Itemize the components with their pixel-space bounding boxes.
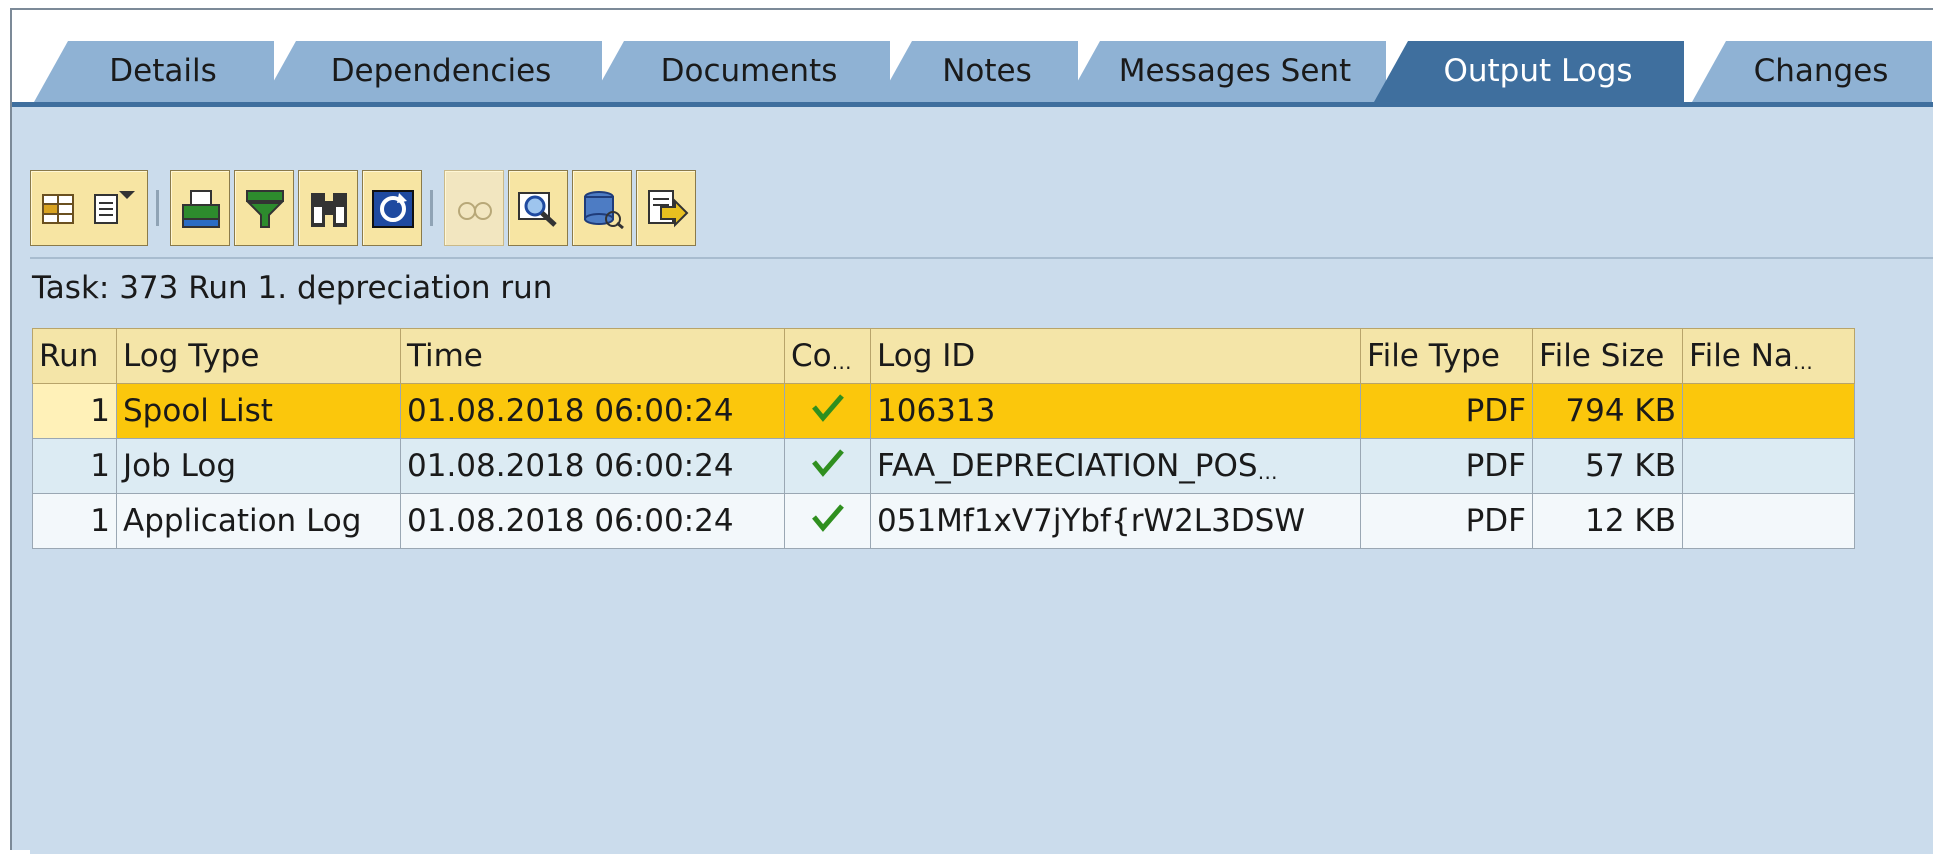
refresh-button[interactable] — [362, 170, 422, 246]
tab-label: Notes — [942, 53, 1032, 89]
cell-run: 1 — [32, 493, 117, 549]
col-log-type[interactable]: Log Type — [116, 328, 401, 384]
tab-details[interactable]: Details — [34, 41, 274, 102]
cell-log-id: 106313 — [870, 383, 1361, 439]
find-icon — [311, 193, 347, 227]
cell-log-type: Application Log — [116, 493, 401, 549]
cell-time: 01.08.2018 06:00:24 — [400, 438, 785, 494]
cell-time: 01.08.2018 06:00:24 — [400, 493, 785, 549]
green-check-icon — [811, 504, 844, 532]
cell-file-name — [1682, 438, 1855, 494]
export-icon — [648, 190, 689, 228]
refresh-icon — [372, 190, 414, 228]
tab-underline — [12, 102, 1933, 107]
table-row[interactable]: 1 Job Log 01.08.2018 06:00:24 FAA_DEPREC… — [32, 438, 1855, 494]
cell-file-size: 794 KB — [1532, 383, 1683, 439]
tab-strip: Details Dependencies Documents Notes Mes… — [12, 10, 1933, 102]
cell-file-size: 57 KB — [1532, 438, 1683, 494]
cell-status — [784, 383, 871, 439]
header-label: Time — [407, 338, 483, 374]
cell-time: 01.08.2018 06:00:24 — [400, 383, 785, 439]
cell-file-size: 12 KB — [1532, 493, 1683, 549]
header-label: Log ID — [877, 338, 976, 374]
filter-icon — [246, 190, 284, 228]
header-label: Run — [39, 338, 99, 374]
tab-label: Messages Sent — [1118, 53, 1352, 89]
tab-label: Documents — [660, 53, 838, 89]
cell-file-type: PDF — [1360, 493, 1533, 549]
tab-dependencies[interactable]: Dependencies — [262, 41, 602, 102]
toolbar-separator — [156, 190, 159, 226]
display-button — [444, 170, 504, 246]
table-row[interactable]: 1 Spool List 01.08.2018 06:00:24 106313 … — [32, 383, 1855, 439]
cell-file-name — [1682, 383, 1855, 439]
output-logs-panel: Details Dependencies Documents Notes Mes… — [10, 8, 1933, 854]
col-time[interactable]: Time — [400, 328, 785, 384]
print-icon — [182, 190, 220, 228]
tab-changes[interactable]: Changes — [1692, 41, 1932, 102]
table-header-row: Run Log Type Time Co… Log ID File Type F… — [32, 328, 1855, 384]
cell-file-name — [1682, 493, 1855, 549]
find-button[interactable] — [298, 170, 358, 246]
table-row[interactable]: 1 Application Log 01.08.2018 06:00:24 05… — [32, 493, 1855, 549]
header-label: File Type — [1367, 338, 1500, 374]
green-check-icon — [811, 449, 844, 477]
tab-messages-sent[interactable]: Messages Sent — [1066, 41, 1386, 102]
zoom-detail-button[interactable] — [508, 170, 568, 246]
col-file-type[interactable]: File Type — [1360, 328, 1533, 384]
col-log-id[interactable]: Log ID — [870, 328, 1361, 384]
export-button[interactable] — [636, 170, 696, 246]
tab-label: Changes — [1753, 53, 1889, 89]
cell-run: 1 — [32, 383, 117, 439]
header-label: File Na — [1689, 338, 1793, 374]
tab-label: Dependencies — [330, 53, 552, 89]
filter-button[interactable] — [234, 170, 294, 246]
display-disabled-icon — [458, 202, 492, 220]
database-display-button[interactable] — [572, 170, 632, 246]
database-display-icon — [584, 191, 624, 229]
tab-label: Details — [109, 53, 217, 89]
cell-log-type: Job Log — [116, 438, 401, 494]
col-run[interactable]: Run — [32, 328, 117, 384]
green-check-icon — [811, 394, 844, 422]
header-label: File Size — [1539, 338, 1665, 374]
cell-status — [784, 438, 871, 494]
header-label: Log Type — [123, 338, 260, 374]
cell-run: 1 — [32, 438, 117, 494]
log-id-text: FAA_DEPRECIATION_POS — [877, 448, 1258, 484]
cell-log-id: FAA_DEPRECIATION_POS… — [870, 438, 1361, 494]
cell-status — [784, 493, 871, 549]
tab-notes[interactable]: Notes — [878, 41, 1078, 102]
cell-file-type: PDF — [1360, 438, 1533, 494]
col-co[interactable]: Co… — [784, 328, 871, 384]
zoom-detail-icon — [518, 192, 557, 227]
col-file-size[interactable]: File Size — [1532, 328, 1683, 384]
cell-log-id: 051Mf1xV7jYbf{rW2L3DSW — [870, 493, 1361, 549]
tab-label: Output Logs — [1443, 53, 1633, 89]
cell-log-type: Spool List — [116, 383, 401, 439]
toolbar-separator — [430, 190, 433, 226]
task-title: Task: 373 Run 1. depreciation run — [32, 270, 553, 306]
output-logs-table: Run Log Type Time Co… Log ID File Type F… — [32, 328, 1855, 549]
tab-output-logs[interactable]: Output Logs — [1374, 41, 1684, 102]
tab-documents[interactable]: Documents — [590, 41, 890, 102]
header-label: Co — [791, 338, 832, 374]
col-file-name[interactable]: File Na… — [1682, 328, 1855, 384]
print-button[interactable] — [170, 170, 230, 246]
layout-menu-button[interactable] — [30, 170, 148, 246]
layout-menu-icon — [42, 191, 135, 224]
cell-file-type: PDF — [1360, 383, 1533, 439]
